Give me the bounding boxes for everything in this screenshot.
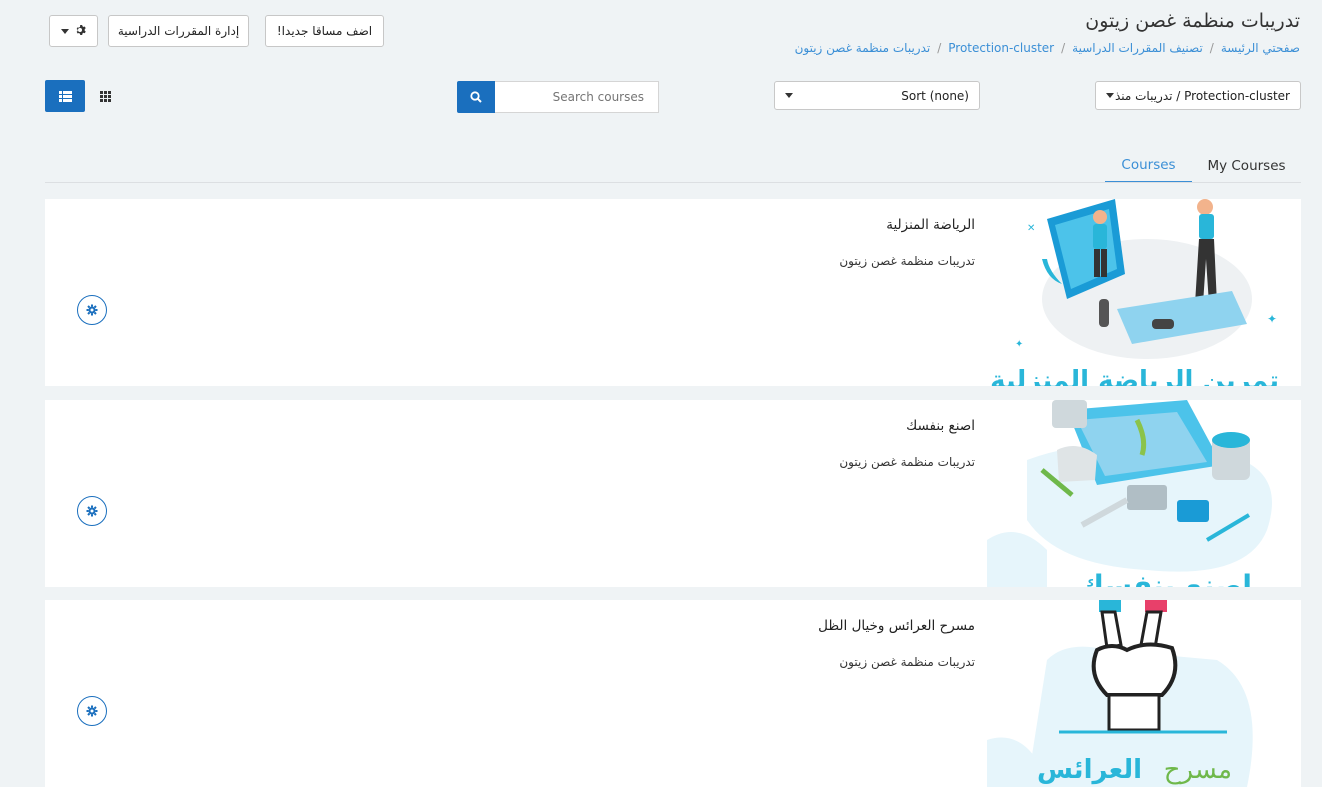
course-category: تدريبات منظمة غصن زيتون [839,254,975,268]
sort-select[interactable]: Sort (none) [774,81,980,110]
tabs-divider [45,182,1301,183]
course-category: تدريبات منظمة غصن زيتون [839,655,975,669]
course-title[interactable]: اصنع بنفسك [906,418,975,434]
tab-my-courses[interactable]: My Courses [1201,148,1292,183]
svg-text:✕: ✕ [1027,223,1035,234]
course-title[interactable]: مسرح العرائس وخيال الظل [818,618,975,634]
settings-menu-button[interactable] [49,15,98,47]
manage-courses-button[interactable]: إدارة المقررات الدراسية [108,15,249,47]
gear-icon [75,24,87,39]
grid-icon [99,87,111,106]
svg-text:✦: ✦ [1267,312,1277,326]
breadcrumb-cluster[interactable]: Protection-cluster [948,41,1054,55]
category-select[interactable]: Protection-cluster / تدريبات منذ [1095,81,1301,110]
add-course-button[interactable]: اضف مساقا جديدا! [265,15,384,47]
search-button[interactable] [457,81,495,113]
grid-view-button[interactable] [88,80,122,112]
course-card[interactable]: اصنع بنفسك اصنع بنفسك تدريبات منظمة غصن … [45,400,1301,587]
sort-select-value: Sort (none) [901,88,969,103]
course-card[interactable]: مسرح العرائس مسرح العرائس وخيال الظل تدر… [45,600,1301,787]
course-image[interactable]: مسرح العرائس [987,600,1301,787]
course-image-caption-1: مسرح [1164,755,1232,785]
page-title: تدريبات منظمة غصن زيتون [1085,10,1300,32]
chevron-down-icon [785,93,793,98]
course-settings-button[interactable] [77,496,107,526]
search-input[interactable] [495,81,659,113]
course-image-caption: تمرين الرياضة المنزلية [990,366,1279,386]
breadcrumb-current[interactable]: تدريبات منظمة غصن زيتون [795,41,931,55]
tab-courses[interactable]: Courses [1105,148,1192,183]
svg-text:✦: ✦ [1015,339,1023,350]
course-card[interactable]: ✕ ✦ ✦ تمرين الرياضة المنزلية الرياضة الم… [45,199,1301,386]
course-image[interactable]: ✕ ✦ ✦ تمرين الرياضة المنزلية [987,199,1301,386]
list-view-button[interactable] [45,80,85,112]
list-icon [58,87,72,106]
course-category: تدريبات منظمة غصن زيتون [839,455,975,469]
gear-icon [86,301,98,320]
category-select-value: Protection-cluster / تدريبات منذ [1114,88,1290,103]
course-image[interactable]: اصنع بنفسك [987,400,1301,587]
gear-icon [86,702,98,721]
chevron-down-icon [60,28,69,34]
breadcrumb-categories[interactable]: تصنيف المقررات الدراسية [1072,41,1203,55]
course-settings-button[interactable] [77,295,107,325]
breadcrumb-home[interactable]: صفحتي الرئيسة [1221,41,1300,55]
breadcrumb: صفحتي الرئيسة/تصنيف المقررات الدراسية/Pr… [794,41,1300,55]
course-image-caption: اصنع بنفسك [1078,569,1252,587]
course-title[interactable]: الرياضة المنزلية [886,217,975,233]
chevron-down-icon [1106,93,1114,98]
search-icon [470,88,482,107]
gear-icon [86,502,98,521]
course-image-caption-2: العرائس [1037,755,1142,785]
course-settings-button[interactable] [77,696,107,726]
